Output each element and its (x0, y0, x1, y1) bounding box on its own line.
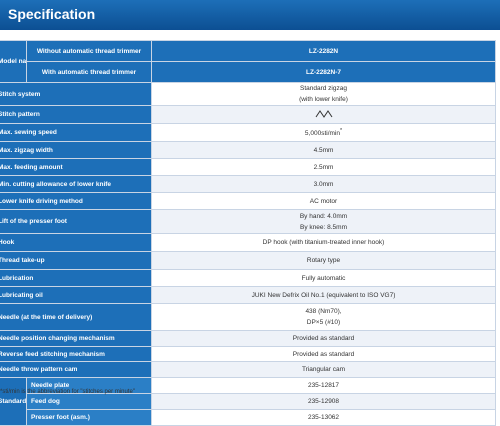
spec-value: DP hook (with titanium-treated inner hoo… (151, 233, 496, 252)
header-row-with-trimmer: With automatic thread trimmer LZ-2282N-7 (0, 61, 496, 83)
spec-row: Needle throw pattern cam Triangular cam (0, 361, 496, 378)
spec-value: Rotary type (151, 251, 496, 270)
spec-label: Lift of the presser foot (0, 209, 152, 234)
standard-gauge-label: Standard gauge (at the time of delivery) (0, 377, 27, 426)
spec-value: 2.5mm (151, 158, 496, 176)
spec-row: Min. cutting allowance of lower knife 3.0… (0, 175, 496, 193)
spec-value: Triangular cam (151, 361, 496, 378)
spec-row: Reverse feed stitching mechanism Provided… (0, 346, 496, 362)
spec-row: Needle position changing mechanism Provid… (0, 330, 496, 347)
spec-row: Needle (at the time of delivery) 438 (Nm7… (0, 303, 496, 331)
spec-value-line: 438 (Nm70), (305, 308, 342, 315)
spec-row: Thread take-up Rotary type (0, 251, 496, 270)
model-name-header: Model name (0, 40, 27, 83)
gauge-item-value: 235-12817 (151, 377, 496, 394)
spec-label: Lower knife driving method (0, 192, 152, 210)
gauge-row: Presser foot (asm.) 235-13062 (0, 409, 496, 426)
gauge-row: Feed dog 235-12908 (0, 393, 496, 410)
gauge-item-label: Feed dog (26, 393, 152, 410)
zigzag-stitch-icon (315, 109, 333, 120)
spec-label: Needle throw pattern cam (0, 361, 152, 378)
spec-row: Hook DP hook (with titanium-treated inner… (0, 233, 496, 252)
spec-value: 5,000sti/min* (151, 123, 496, 142)
spec-label: Thread take-up (0, 251, 152, 270)
title-banner: Specification (0, 0, 500, 30)
spec-value-text: 4.5mm (313, 146, 334, 154)
spec-value: Provided as standard (151, 346, 496, 362)
footnote-marker: * (339, 127, 343, 134)
with-trimmer-model: LZ-2282N-7 (151, 61, 496, 83)
gauge-item-value: 235-13062 (151, 409, 496, 426)
without-trimmer-model: LZ-2282N (151, 40, 496, 62)
spec-row: Stitch system Standard zigzag (with lower … (0, 82, 496, 106)
gauge-item-value: 235-12908 (151, 393, 496, 410)
spec-row: Lift of the presser foot By hand: 4.0mm By… (0, 209, 496, 234)
spec-value-line: DP×5 (#10) (306, 319, 341, 326)
spec-label: Lubricating oil (0, 286, 152, 304)
spec-value-line: By hand: 4.0mm (299, 212, 348, 220)
spec-label: Lubrication (0, 269, 152, 287)
spec-label: Needle (at the time of delivery) (0, 303, 152, 331)
spec-label: Max. zigzag width (0, 141, 152, 159)
spec-label: Max. feeding amount (0, 158, 152, 176)
spec-row: Lower knife driving method AC motor (0, 192, 496, 210)
spec-value: Provided as standard (151, 330, 496, 347)
spec-value-text: Provided as standard (292, 335, 355, 342)
spec-row: Lubricating oil JUKI New Defrix Oil No.1 … (0, 286, 496, 304)
spec-value-text: Rotary type (306, 257, 341, 264)
spec-value-text: DP hook (with titanium-treated inner hoo… (262, 239, 385, 246)
spec-label: Stitch system (0, 82, 152, 106)
spec-value-text: JUKI New Defrix Oil No.1 (equivalent to … (251, 291, 396, 299)
spec-label: Reverse feed stitching mechanism (0, 346, 152, 362)
spec-value-line: Standard zigzag (300, 85, 347, 92)
spec-value: JUKI New Defrix Oil No.1 (equivalent to … (151, 286, 496, 304)
spec-value: AC motor (151, 192, 496, 210)
without-trimmer-label: Without automatic thread trimmer (26, 40, 152, 62)
spec-label: Needle position changing mechanism (0, 330, 152, 347)
spec-value-text: Fully automatic (301, 274, 346, 282)
spec-value: Standard zigzag (with lower knife) (151, 82, 496, 106)
footnote: *sti/min is the abbreviation for "stitch… (0, 389, 135, 395)
gauge-item-label: Presser foot (asm.) (26, 409, 152, 426)
spec-label: Max. sewing speed (0, 123, 152, 142)
spec-label: Stitch pattern (0, 105, 152, 124)
spec-value-text: Provided as standard (292, 350, 355, 358)
spec-value: Fully automatic (151, 269, 496, 287)
spec-value-text: Triangular cam (301, 366, 346, 373)
header-row-without-trimmer: Model name Without automatic thread trim… (0, 40, 496, 83)
spec-row: Lubrication Fully automatic (0, 269, 496, 287)
spec-value-text: 3.0mm (313, 180, 334, 188)
spec-value: 4.5mm (151, 141, 496, 159)
spec-value-line: By knee: 8.5mm (300, 223, 347, 231)
spec-value-text: 5,000sti/min (304, 130, 340, 138)
spec-value-text: 2.5mm (313, 163, 334, 171)
spec-row: Stitch pattern (0, 105, 496, 124)
spec-row: Max. feeding amount 2.5mm (0, 158, 496, 176)
spec-value: 3.0mm (151, 175, 496, 193)
spec-value-text: AC motor (309, 197, 338, 205)
spec-label: Min. cutting allowance of lower knife (0, 175, 152, 193)
spec-value: By hand: 4.0mm By knee: 8.5mm (151, 209, 496, 234)
specification-table: Model name Without automatic thread trim… (0, 40, 496, 426)
spec-row: Max. zigzag width 4.5mm (0, 141, 496, 159)
spec-row: Max. sewing speed 5,000sti/min* (0, 123, 496, 142)
spec-label: Hook (0, 233, 152, 252)
spec-value-line: (with lower knife) (299, 96, 348, 103)
spec-value (151, 105, 496, 124)
with-trimmer-label: With automatic thread trimmer (26, 61, 152, 83)
spec-value: 438 (Nm70), DP×5 (#10) (151, 303, 496, 331)
page-title: Specification (8, 6, 96, 22)
